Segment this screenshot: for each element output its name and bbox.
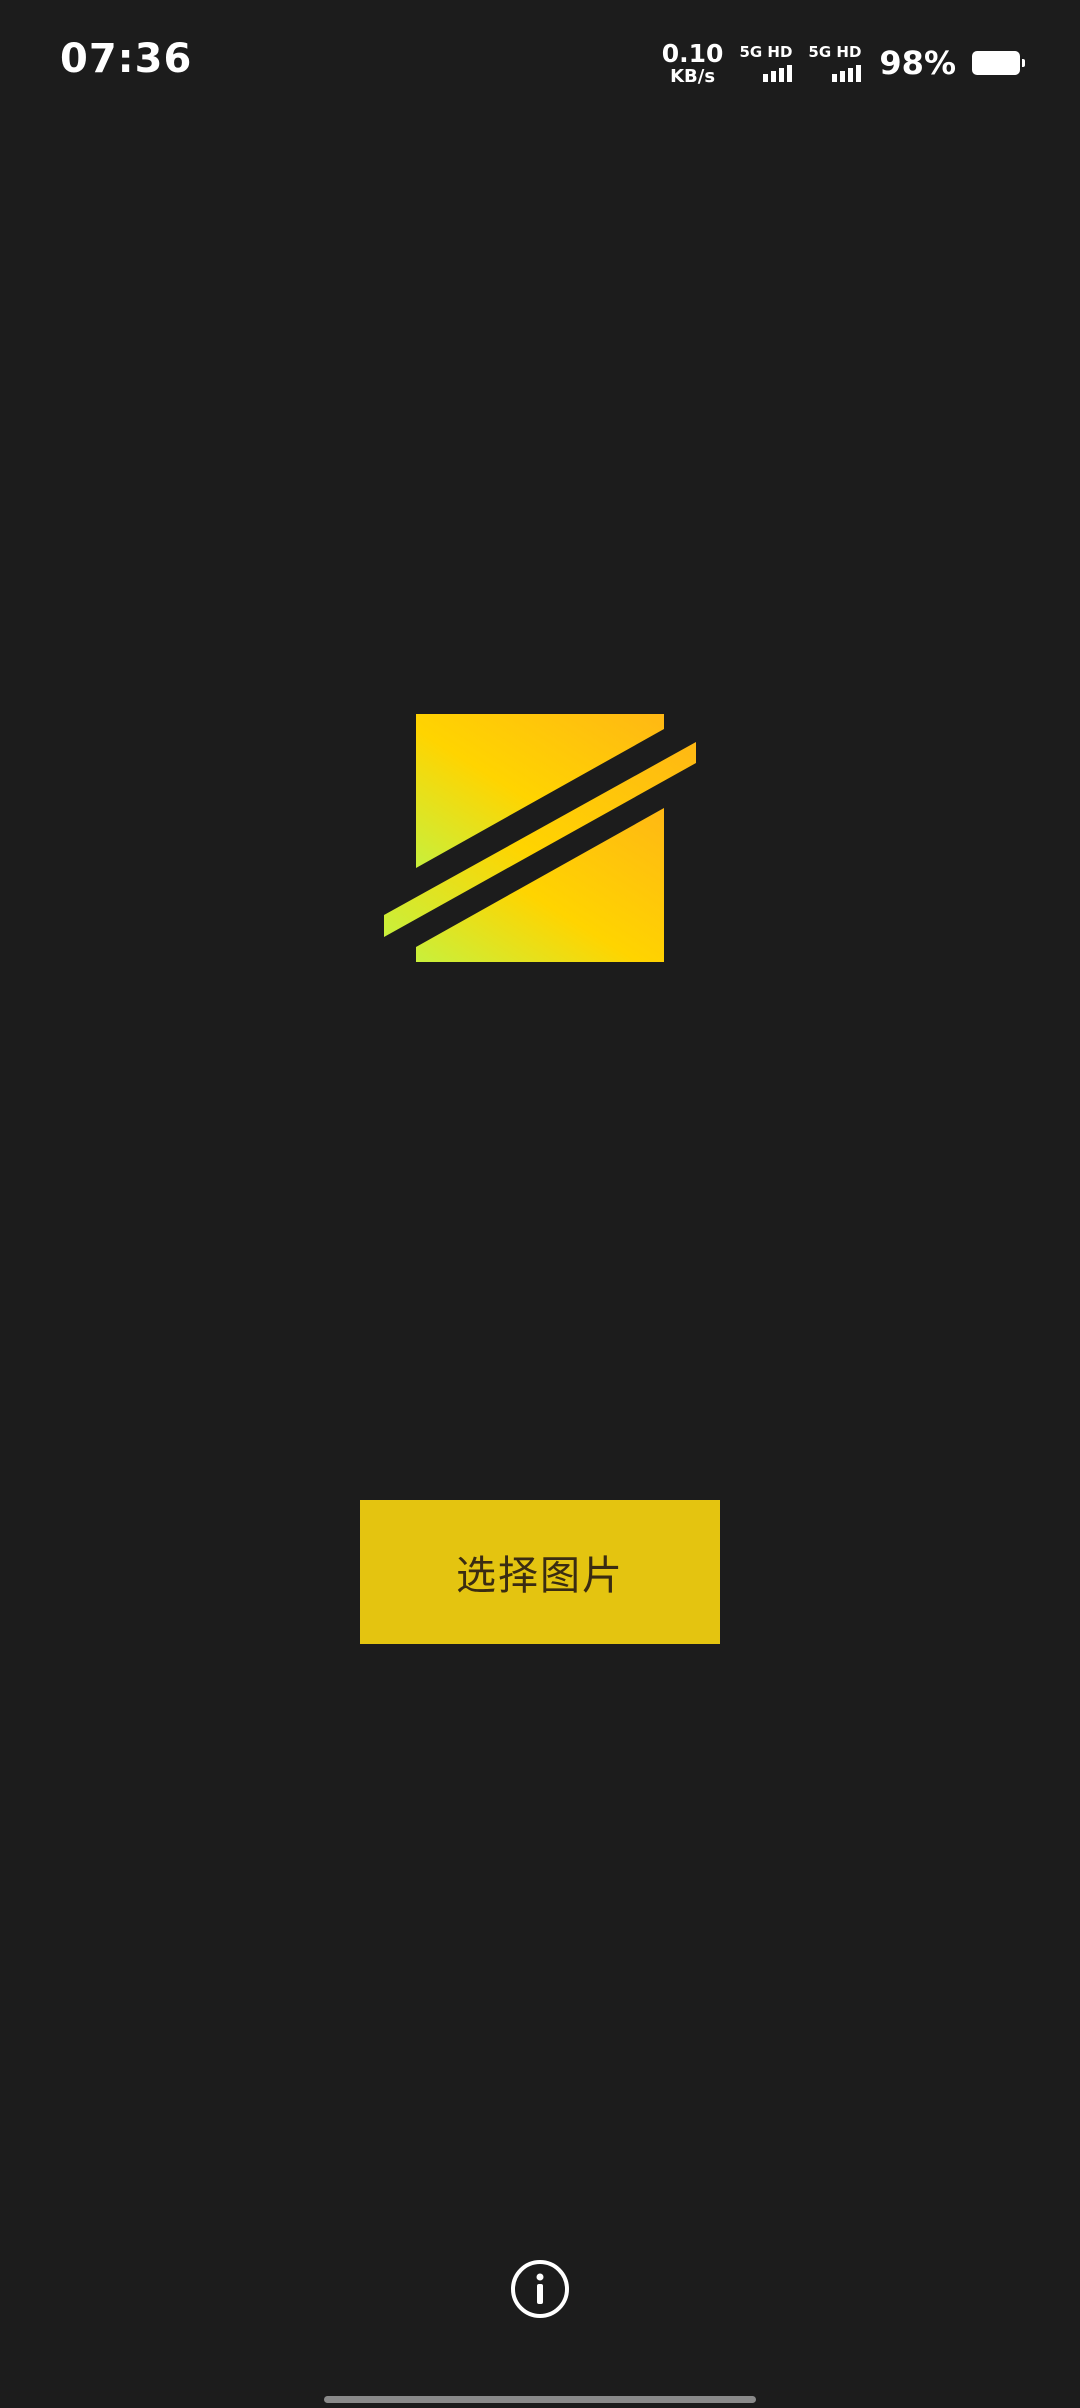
- sim1-label: 5G HD: [739, 42, 793, 61]
- sim2-label: 5G HD: [808, 42, 862, 61]
- battery-percent: 98%: [879, 44, 956, 82]
- sim1-signal: 5G HD: [739, 42, 793, 82]
- battery-icon: [972, 51, 1025, 75]
- app-logo-icon: [384, 714, 696, 962]
- network-speed: 0.10 KB/s: [662, 41, 724, 86]
- signal-bars-icon: [763, 64, 793, 82]
- signal-bars-icon: [832, 64, 862, 82]
- status-time: 07:36: [60, 36, 193, 82]
- status-indicators: 0.10 KB/s 5G HD 5G HD 98%: [662, 38, 1025, 88]
- app-screen: 07:36 0.10 KB/s 5G HD 5G HD 98% 选择图片: [0, 0, 1080, 2408]
- select-image-button-label: 选择图片: [456, 1553, 624, 1599]
- status-bar: 07:36 0.10 KB/s 5G HD 5G HD 98%: [0, 0, 1080, 130]
- select-image-button[interactable]: 选择图片: [360, 1500, 720, 1644]
- network-speed-value: 0.10: [661, 38, 724, 68]
- sim2-signal: 5G HD: [808, 42, 862, 82]
- info-icon[interactable]: [510, 2259, 570, 2319]
- home-indicator[interactable]: [324, 2396, 756, 2403]
- network-speed-unit: KB/s: [670, 65, 716, 87]
